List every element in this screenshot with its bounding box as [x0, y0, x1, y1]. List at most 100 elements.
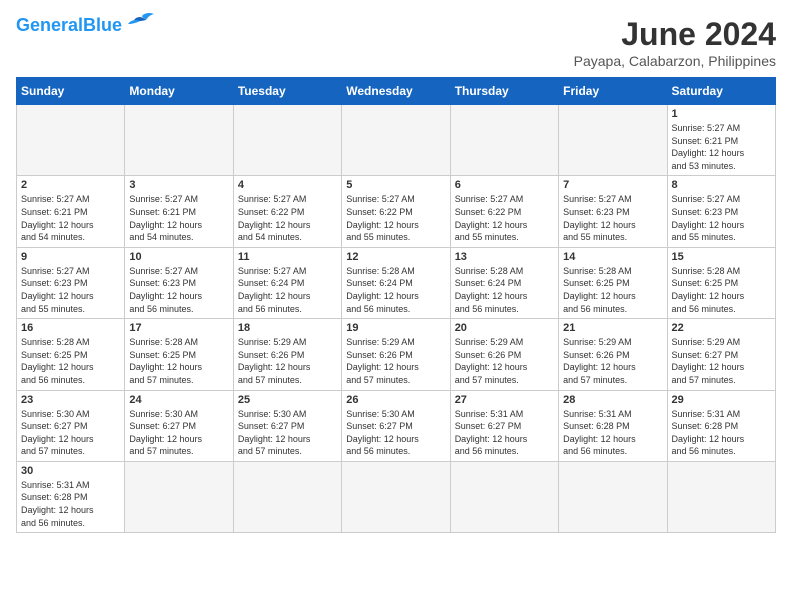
logo-blue: Blue	[83, 15, 122, 35]
day-info: Sunrise: 5:27 AMSunset: 6:21 PMDaylight:…	[21, 193, 120, 243]
table-row: 14 Sunrise: 5:28 AMSunset: 6:25 PMDayligh…	[559, 247, 667, 318]
day-info: Sunrise: 5:27 AMSunset: 6:23 PMDaylight:…	[129, 265, 228, 315]
table-row	[233, 461, 341, 532]
table-row: 26 Sunrise: 5:30 AMSunset: 6:27 PMDayligh…	[342, 390, 450, 461]
table-row: 16 Sunrise: 5:28 AMSunset: 6:25 PMDayligh…	[17, 319, 125, 390]
col-saturday: Saturday	[667, 78, 775, 105]
table-row: 3 Sunrise: 5:27 AMSunset: 6:21 PMDaylight…	[125, 176, 233, 247]
day-info: Sunrise: 5:27 AMSunset: 6:21 PMDaylight:…	[129, 193, 228, 243]
day-number: 5	[346, 179, 445, 191]
table-row: 5 Sunrise: 5:27 AMSunset: 6:22 PMDaylight…	[342, 176, 450, 247]
day-number: 7	[563, 179, 662, 191]
day-info: Sunrise: 5:30 AMSunset: 6:27 PMDaylight:…	[346, 408, 445, 458]
day-number: 23	[21, 394, 120, 406]
table-row	[342, 461, 450, 532]
day-info: Sunrise: 5:27 AMSunset: 6:23 PMDaylight:…	[563, 193, 662, 243]
day-number: 27	[455, 394, 554, 406]
table-row: 20 Sunrise: 5:29 AMSunset: 6:26 PMDayligh…	[450, 319, 558, 390]
table-row: 29Sunrise: 5:31 AMSunset: 6:28 PMDayligh…	[667, 390, 775, 461]
col-tuesday: Tuesday	[233, 78, 341, 105]
table-row: 21 Sunrise: 5:29 AMSunset: 6:26 PMDayligh…	[559, 319, 667, 390]
table-row	[17, 105, 125, 176]
day-info: Sunrise: 5:27 AMSunset: 6:22 PMDaylight:…	[455, 193, 554, 243]
table-row: 4 Sunrise: 5:27 AMSunset: 6:22 PMDaylight…	[233, 176, 341, 247]
day-info: Sunrise: 5:29 AMSunset: 6:26 PMDaylight:…	[563, 336, 662, 386]
day-number: 25	[238, 394, 337, 406]
table-row: 28 Sunrise: 5:31 AMSunset: 6:28 PMDayligh…	[559, 390, 667, 461]
day-number: 19	[346, 322, 445, 334]
day-number: 15	[672, 251, 771, 263]
table-row: 25 Sunrise: 5:30 AMSunset: 6:27 PMDayligh…	[233, 390, 341, 461]
day-info: Sunrise: 5:27 AMSunset: 6:22 PMDaylight:…	[238, 193, 337, 243]
day-number: 17	[129, 322, 228, 334]
day-number: 28	[563, 394, 662, 406]
day-info: Sunrise: 5:28 AMSunset: 6:24 PMDaylight:…	[455, 265, 554, 315]
day-number: 12	[346, 251, 445, 263]
day-info: Sunrise: 5:28 AMSunset: 6:25 PMDaylight:…	[129, 336, 228, 386]
day-number: 10	[129, 251, 228, 263]
table-row: 19 Sunrise: 5:29 AMSunset: 6:26 PMDayligh…	[342, 319, 450, 390]
day-number: 21	[563, 322, 662, 334]
col-monday: Monday	[125, 78, 233, 105]
day-number: 11	[238, 251, 337, 263]
day-number: 8	[672, 179, 771, 191]
table-row: 30Sunrise: 5:31 AMSunset: 6:28 PMDayligh…	[17, 461, 125, 532]
table-row	[233, 105, 341, 176]
table-row: 17 Sunrise: 5:28 AMSunset: 6:25 PMDayligh…	[125, 319, 233, 390]
day-info: Sunrise: 5:28 AMSunset: 6:25 PMDaylight:…	[672, 265, 771, 315]
day-number: 3	[129, 179, 228, 191]
logo-bird-icon	[124, 12, 156, 34]
table-row: 1Sunrise: 5:27 AMSunset: 6:21 PMDaylight…	[667, 105, 775, 176]
table-row	[342, 105, 450, 176]
page-title: June 2024	[574, 16, 776, 53]
col-wednesday: Wednesday	[342, 78, 450, 105]
day-info: Sunrise: 5:31 AMSunset: 6:28 PMDaylight:…	[563, 408, 662, 458]
table-row	[559, 461, 667, 532]
day-number: 30	[21, 465, 120, 477]
table-row: 8 Sunrise: 5:27 AMSunset: 6:23 PMDaylight…	[667, 176, 775, 247]
calendar-table: Sunday Monday Tuesday Wednesday Thursday…	[16, 77, 776, 533]
day-info: Sunrise: 5:30 AMSunset: 6:27 PMDaylight:…	[238, 408, 337, 458]
day-number: 6	[455, 179, 554, 191]
day-number: 24	[129, 394, 228, 406]
day-number: 9	[21, 251, 120, 263]
table-row: 18Sunrise: 5:29 AMSunset: 6:26 PMDayligh…	[233, 319, 341, 390]
logo-general: General	[16, 15, 83, 35]
day-number: 14	[563, 251, 662, 263]
col-friday: Friday	[559, 78, 667, 105]
table-row: 11Sunrise: 5:27 AMSunset: 6:24 PMDayligh…	[233, 247, 341, 318]
day-info: Sunrise: 5:30 AMSunset: 6:27 PMDaylight:…	[129, 408, 228, 458]
day-number: 16	[21, 322, 120, 334]
table-row: 23Sunrise: 5:30 AMSunset: 6:27 PMDayligh…	[17, 390, 125, 461]
day-number: 2	[21, 179, 120, 191]
day-info: Sunrise: 5:29 AMSunset: 6:26 PMDaylight:…	[455, 336, 554, 386]
page-subtitle: Payapa, Calabarzon, Philippines	[574, 53, 776, 69]
logo: GeneralBlue	[16, 16, 156, 34]
day-info: Sunrise: 5:28 AMSunset: 6:24 PMDaylight:…	[346, 265, 445, 315]
table-row	[667, 461, 775, 532]
day-number: 4	[238, 179, 337, 191]
table-row	[559, 105, 667, 176]
logo-text: GeneralBlue	[16, 16, 122, 34]
page-header: GeneralBlue June 2024 Payapa, Calabarzon…	[16, 16, 776, 69]
day-info: Sunrise: 5:27 AMSunset: 6:23 PMDaylight:…	[21, 265, 120, 315]
day-info: Sunrise: 5:28 AMSunset: 6:25 PMDaylight:…	[21, 336, 120, 386]
day-number: 26	[346, 394, 445, 406]
day-info: Sunrise: 5:31 AMSunset: 6:27 PMDaylight:…	[455, 408, 554, 458]
table-row: 13 Sunrise: 5:28 AMSunset: 6:24 PMDayligh…	[450, 247, 558, 318]
day-number: 22	[672, 322, 771, 334]
table-row: 12 Sunrise: 5:28 AMSunset: 6:24 PMDayligh…	[342, 247, 450, 318]
table-row: 6 Sunrise: 5:27 AMSunset: 6:22 PMDaylight…	[450, 176, 558, 247]
col-thursday: Thursday	[450, 78, 558, 105]
table-row: 22Sunrise: 5:29 AMSunset: 6:27 PMDayligh…	[667, 319, 775, 390]
day-info: Sunrise: 5:29 AMSunset: 6:26 PMDaylight:…	[238, 336, 337, 386]
day-number: 20	[455, 322, 554, 334]
day-info: Sunrise: 5:28 AMSunset: 6:25 PMDaylight:…	[563, 265, 662, 315]
table-row: 9 Sunrise: 5:27 AMSunset: 6:23 PMDaylight…	[17, 247, 125, 318]
day-number: 13	[455, 251, 554, 263]
table-row: 27 Sunrise: 5:31 AMSunset: 6:27 PMDayligh…	[450, 390, 558, 461]
day-number: 1	[672, 108, 771, 120]
day-info: Sunrise: 5:27 AMSunset: 6:22 PMDaylight:…	[346, 193, 445, 243]
day-info: Sunrise: 5:27 AMSunset: 6:23 PMDaylight:…	[672, 193, 771, 243]
day-info: Sunrise: 5:29 AMSunset: 6:26 PMDaylight:…	[346, 336, 445, 386]
